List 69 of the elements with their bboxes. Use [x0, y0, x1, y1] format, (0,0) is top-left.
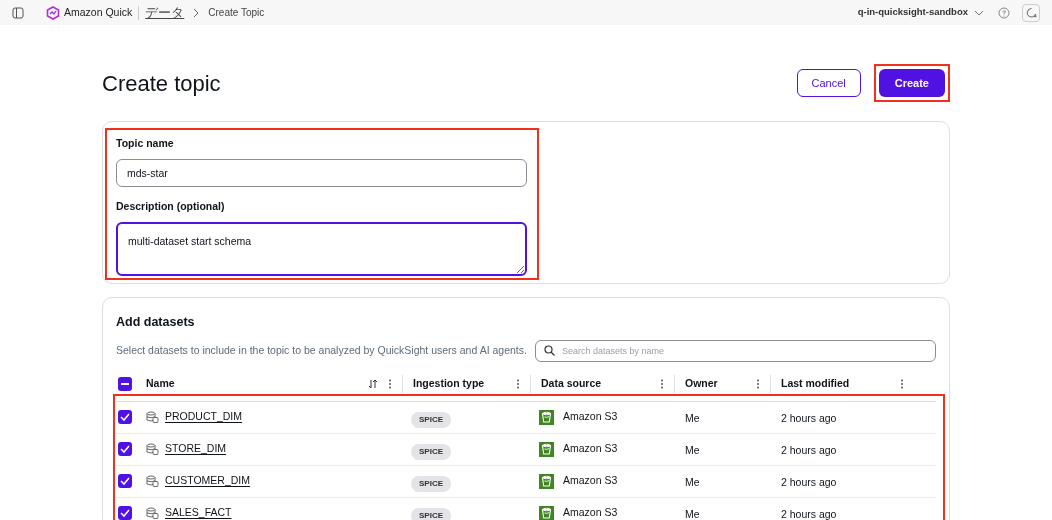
- dataset-link[interactable]: STORE_DIM: [165, 441, 227, 458]
- column-menu-icon[interactable]: [516, 379, 520, 390]
- ingestion-badge: SPICE: [411, 508, 451, 520]
- dataset-link[interactable]: SALES_FACT: [165, 505, 232, 520]
- breadcrumb-current: Create Topic: [208, 6, 265, 20]
- check-icon: [120, 477, 130, 486]
- column-menu-icon[interactable]: [388, 379, 392, 390]
- dataset-icon: [146, 411, 159, 424]
- table-cell: Me: [685, 412, 700, 425]
- sidebar-toggle-icon[interactable]: [12, 6, 24, 19]
- ingestion-badge: SPICE: [411, 412, 451, 429]
- dataset-icon: [146, 507, 159, 520]
- table-cell: 2 hours ago: [781, 444, 837, 457]
- topic-name-field[interactable]: mds-star: [116, 158, 527, 187]
- check-icon: [120, 413, 130, 422]
- row-checkbox[interactable]: [118, 474, 132, 489]
- table-cell: Amazon S3: [563, 505, 618, 520]
- column-menu-icon[interactable]: [660, 379, 664, 390]
- section-title: Add datasets: [116, 314, 196, 331]
- column-header[interactable]: Ingestion type: [413, 376, 485, 393]
- search-field[interactable]: Search datasets by name: [534, 339, 936, 362]
- chat-button[interactable]: [1022, 3, 1040, 22]
- table-cell: Me: [685, 476, 700, 489]
- description-field[interactable]: multi-dataset start schema: [116, 221, 527, 276]
- table-cell: 2 hours ago: [781, 508, 837, 520]
- dataset-icon: [146, 475, 159, 488]
- ingestion-badge: SPICE: [411, 444, 451, 461]
- storage-bucket-icon: [539, 441, 554, 457]
- search-icon: [543, 345, 555, 357]
- table-cell-text: Amazon S3: [563, 409, 618, 425]
- account-name[interactable]: q-in-quicksight-sandbox: [857, 5, 968, 20]
- app-name: Amazon Quick: [64, 4, 133, 20]
- logo-icon: [46, 5, 60, 20]
- table-cell-text: Amazon S3: [563, 473, 618, 489]
- table-cell: 2 hours ago: [781, 412, 837, 425]
- caret-icon[interactable]: [974, 8, 984, 17]
- check-icon: [120, 509, 130, 518]
- chat-icon: [1025, 7, 1037, 18]
- dataset-link[interactable]: CUSTOMER_DIM: [165, 473, 250, 490]
- select-all-checkbox[interactable]: [118, 377, 132, 392]
- row-checkbox[interactable]: [118, 506, 132, 520]
- table-cell: 2 hours ago: [781, 476, 837, 489]
- column-header[interactable]: Name: [146, 376, 175, 393]
- cancel-button[interactable]: Cancel: [796, 69, 861, 97]
- row-checkbox[interactable]: [118, 410, 132, 425]
- breadcrumb-link[interactable]: データ: [145, 5, 185, 20]
- dataset-icon: [146, 443, 159, 456]
- table-cell: Me: [685, 508, 700, 520]
- chevron-icon: [192, 7, 201, 18]
- storage-bucket-icon: [539, 505, 554, 520]
- ingestion-badge: SPICE: [411, 476, 451, 493]
- storage-bucket-icon: [539, 473, 554, 489]
- check-icon: [120, 445, 130, 454]
- column-header[interactable]: Data source: [541, 376, 602, 393]
- column-header[interactable]: Last modified: [781, 376, 850, 393]
- column-menu-icon[interactable]: [900, 379, 904, 390]
- field-label: Topic name: [116, 136, 175, 151]
- section-description: Select datasets to include in the topic to be analyzed by QuickSight users and AI agents.: [116, 342, 527, 358]
- column-header[interactable]: Owner: [685, 376, 718, 393]
- page-title: Create topic: [102, 69, 221, 98]
- table-cell: Me: [685, 444, 700, 457]
- sort-icon[interactable]: [368, 379, 378, 390]
- column-menu-icon[interactable]: [756, 379, 760, 390]
- storage-bucket-icon: [539, 409, 554, 425]
- row-checkbox[interactable]: [118, 442, 132, 457]
- dataset-link[interactable]: PRODUCT_DIM: [165, 409, 242, 426]
- table-cell-text: Amazon S3: [563, 441, 618, 457]
- field-label: Description (optional): [116, 198, 226, 214]
- create-button[interactable]: Create: [878, 69, 945, 97]
